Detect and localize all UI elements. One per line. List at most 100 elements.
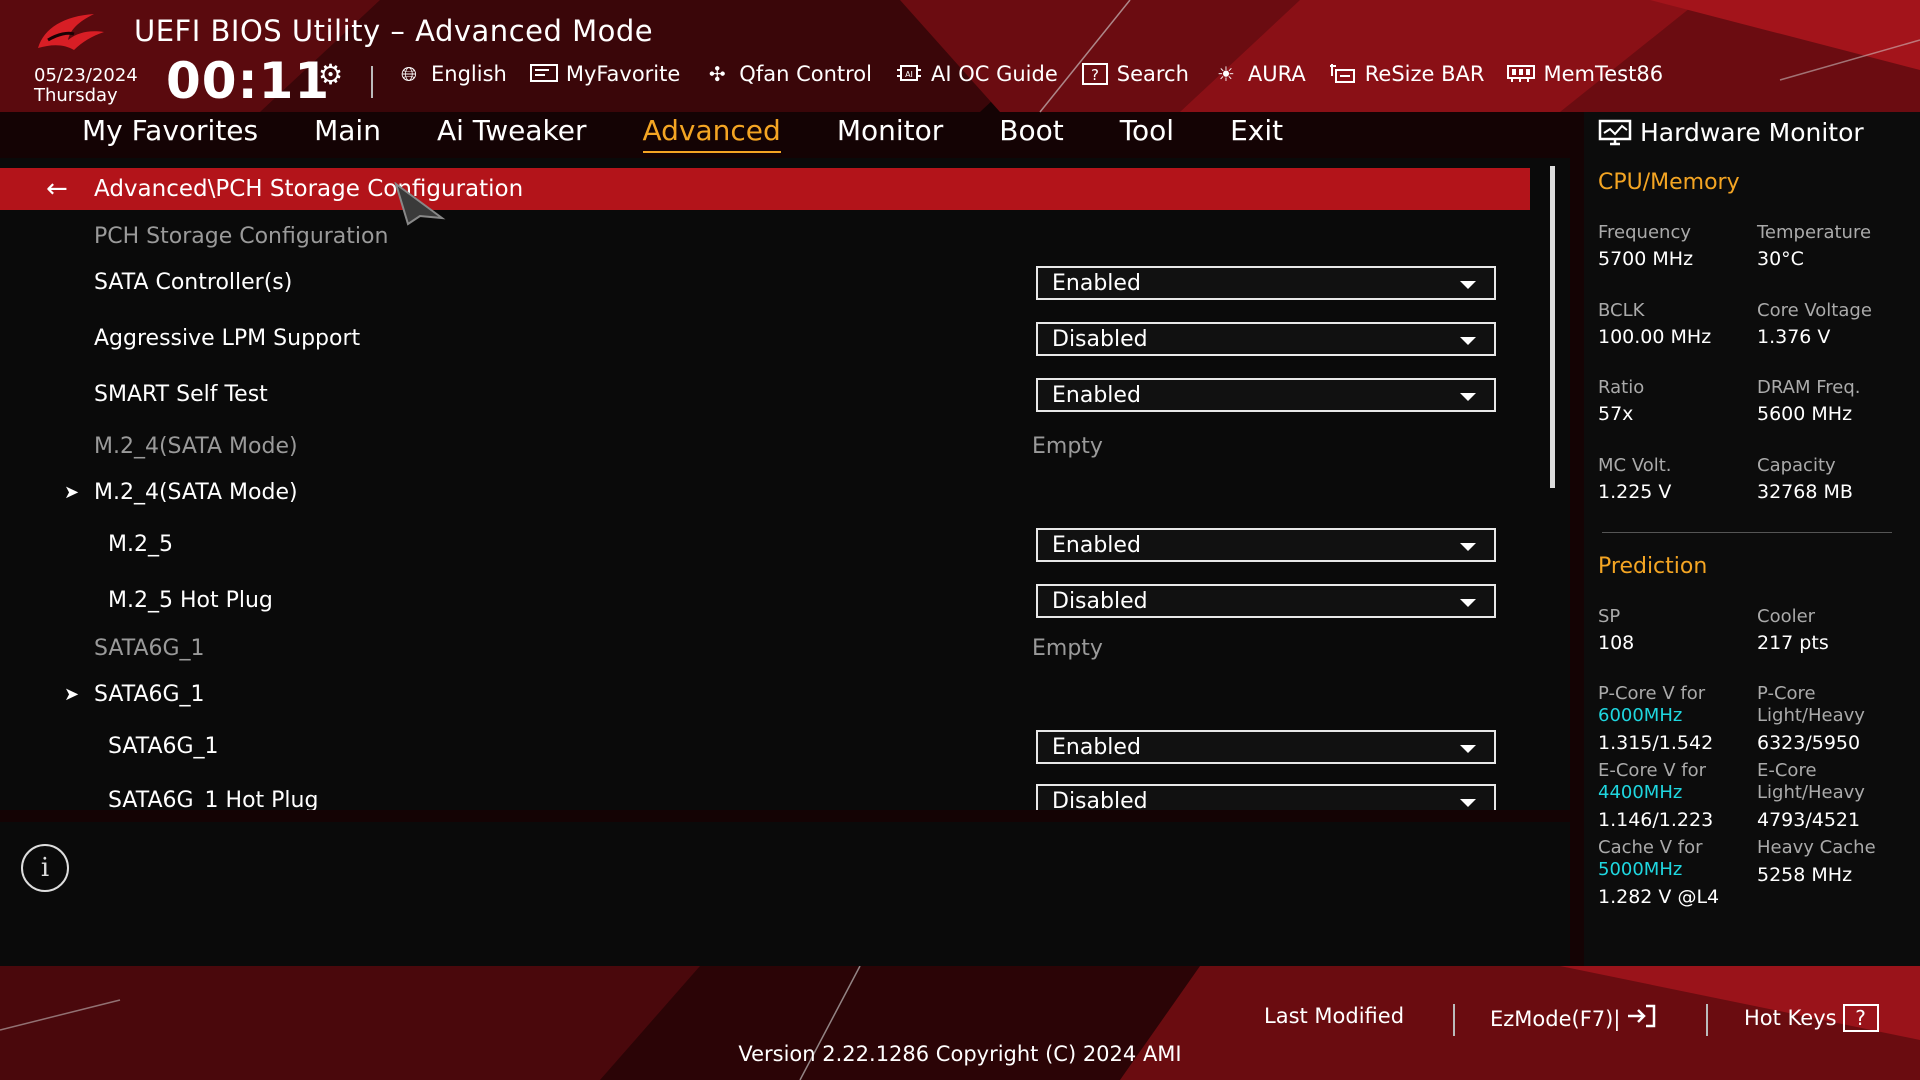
tool-english[interactable]: 🌐︎ English <box>394 62 507 86</box>
tab-monitor[interactable]: Monitor <box>837 114 943 153</box>
setting-row-aggressive-lpm[interactable]: Aggressive LPM Support Disabled <box>0 316 1520 362</box>
sata-controllers-dropdown[interactable]: Enabled <box>1036 266 1496 300</box>
tool-myfavorite[interactable]: MyFavorite <box>529 62 680 86</box>
tab-ai-tweaker[interactable]: Ai Tweaker <box>437 114 587 153</box>
tool-label: AURA <box>1247 62 1306 86</box>
svg-text:?: ? <box>1091 66 1099 84</box>
help-search-icon: ? <box>1080 62 1110 86</box>
resize-bar-icon <box>1328 62 1358 86</box>
tool-memtest86[interactable]: MemTest86 <box>1506 62 1663 86</box>
dram-freq-label: DRAM Freq. <box>1757 377 1861 398</box>
dropdown-value: Enabled <box>1052 383 1141 408</box>
dram-freq-value: 5600 MHz <box>1757 403 1853 425</box>
ai-chip-icon: AI <box>894 62 924 86</box>
tab-tool[interactable]: Tool <box>1120 114 1174 153</box>
help-info-panel: i <box>0 822 1570 966</box>
info-label: M.2_4(SATA Mode) <box>94 434 298 459</box>
hot-keys-button[interactable]: Hot Keys ? <box>1744 1004 1879 1032</box>
smart-self-test-dropdown[interactable]: Enabled <box>1036 378 1496 412</box>
cache-v-freq: 5000MHz <box>1598 859 1683 880</box>
m2-5-hot-plug-dropdown[interactable]: Disabled <box>1036 584 1496 618</box>
submenu-label: SATA6G_1 <box>94 682 205 707</box>
info-row-m2-4: M.2_4(SATA Mode) Empty <box>0 424 1520 470</box>
heavy-cache-value: 5258 MHz <box>1757 864 1853 886</box>
aggressive-lpm-dropdown[interactable]: Disabled <box>1036 322 1496 356</box>
tab-exit[interactable]: Exit <box>1230 114 1283 153</box>
tool-search[interactable]: ? Search <box>1080 62 1189 86</box>
favorite-icon <box>529 62 559 86</box>
tool-qfan-control[interactable]: ✣ Qfan Control <box>702 62 872 86</box>
info-value: Empty <box>1032 434 1103 459</box>
sata6g-1-hot-plug-dropdown[interactable]: Disabled <box>1036 784 1496 810</box>
hw-title-text: Hardware Monitor <box>1640 118 1864 147</box>
setting-label: SATA6G_1 <box>108 734 219 759</box>
help-question-icon: ? <box>1842 1004 1879 1032</box>
sp-value: 108 <box>1598 632 1635 654</box>
footer-divider <box>1706 1004 1708 1036</box>
submenu-sata6g-1[interactable]: ➤ SATA6G_1 <box>0 672 1520 718</box>
setting-label: SMART Self Test <box>94 382 268 407</box>
ecore-lh-label-1: E-Core <box>1757 760 1817 781</box>
setting-label: SATA Controller(s) <box>94 270 293 295</box>
memory-icon <box>1506 62 1536 86</box>
tool-ai-oc-guide[interactable]: AI AI OC Guide <box>894 62 1058 86</box>
submenu-m2-4[interactable]: ➤ M.2_4(SATA Mode) <box>0 470 1520 516</box>
tab-main[interactable]: Main <box>314 114 381 153</box>
ecore-lh-value: 4793/4521 <box>1757 809 1861 831</box>
setting-row-sata-controllers[interactable]: SATA Controller(s) Enabled <box>0 260 1520 306</box>
tab-advanced[interactable]: Advanced <box>642 114 781 153</box>
temperature-label: Temperature <box>1757 222 1872 243</box>
app-title: UEFI BIOS Utility – Advanced Mode <box>134 14 654 48</box>
sp-label: SP <box>1598 606 1621 627</box>
dropdown-value: Disabled <box>1052 327 1148 352</box>
globe-icon: 🌐︎ <box>401 62 417 86</box>
dropdown-value: Disabled <box>1052 589 1148 614</box>
chevron-down-icon <box>1460 393 1476 401</box>
pcore-v-freq: 6000MHz <box>1598 705 1683 726</box>
cache-v-label: Cache V for <box>1598 837 1703 858</box>
setting-row-m2-5[interactable]: M.2_5 Enabled <box>0 522 1520 568</box>
tool-label: AI OC Guide <box>930 62 1058 86</box>
core-voltage-value: 1.376 V <box>1757 326 1831 348</box>
setting-row-m2-5-hot-plug[interactable]: M.2_5 Hot Plug Disabled <box>0 578 1520 624</box>
m2-5-dropdown[interactable]: Enabled <box>1036 528 1496 562</box>
back-arrow-icon[interactable]: ← <box>46 174 68 204</box>
setting-label: M.2_5 Hot Plug <box>108 588 273 613</box>
section-heading-row: PCH Storage Configuration <box>0 214 1520 260</box>
ezmode-button[interactable]: EzMode(F7)| <box>1490 1004 1656 1033</box>
info-label: SATA6G_1 <box>94 636 205 661</box>
tool-label: MyFavorite <box>565 62 681 86</box>
info-icon: i <box>21 844 69 892</box>
breadcrumb: ← Advanced\PCH Storage Configuration <box>0 168 1530 210</box>
submenu-arrow-icon: ➤ <box>64 482 80 503</box>
dropdown-value: Disabled <box>1052 789 1148 810</box>
tab-my-favorites[interactable]: My Favorites <box>82 114 258 153</box>
pcore-v-label: P-Core V for <box>1598 683 1706 704</box>
fan-icon: ✣ <box>708 62 726 86</box>
setting-row-smart-self-test[interactable]: SMART Self Test Enabled <box>0 372 1520 418</box>
scrollbar[interactable] <box>1550 166 1555 488</box>
ecore-v-label: E-Core V for <box>1598 760 1707 781</box>
tool-resize-bar[interactable]: ReSize BAR <box>1328 62 1484 86</box>
mouse-cursor-icon <box>394 182 446 226</box>
setting-row-sata6g-1-hot-plug[interactable]: SATA6G_1 Hot Plug Disabled <box>0 778 1520 810</box>
hardware-monitor-title: Hardware Monitor <box>1598 118 1864 147</box>
submenu-arrow-icon: ➤ <box>64 684 80 705</box>
info-row-sata6g-1: SATA6G_1 Empty <box>0 626 1520 672</box>
pcore-lh-value: 6323/5950 <box>1757 732 1861 754</box>
setting-row-sata6g-1[interactable]: SATA6G_1 Enabled <box>0 724 1520 770</box>
dropdown-value: Enabled <box>1052 735 1141 760</box>
setting-label: Aggressive LPM Support <box>94 326 361 351</box>
chevron-down-icon <box>1460 599 1476 607</box>
sata6g-1-dropdown[interactable]: Enabled <box>1036 730 1496 764</box>
ratio-label: Ratio <box>1598 377 1645 398</box>
pcore-lh-label-1: P-Core <box>1757 683 1816 704</box>
frequency-label: Frequency <box>1598 222 1691 243</box>
gear-icon[interactable]: ⚙ <box>318 58 343 91</box>
tab-boot[interactable]: Boot <box>999 114 1063 153</box>
date-text: 05/23/2024 <box>34 65 138 86</box>
last-modified-button[interactable]: Last Modified <box>1264 1004 1404 1028</box>
tool-aura[interactable]: ☀︎ AURA <box>1211 62 1306 86</box>
chevron-down-icon <box>1460 337 1476 345</box>
exit-arrow-icon <box>1626 1004 1656 1033</box>
